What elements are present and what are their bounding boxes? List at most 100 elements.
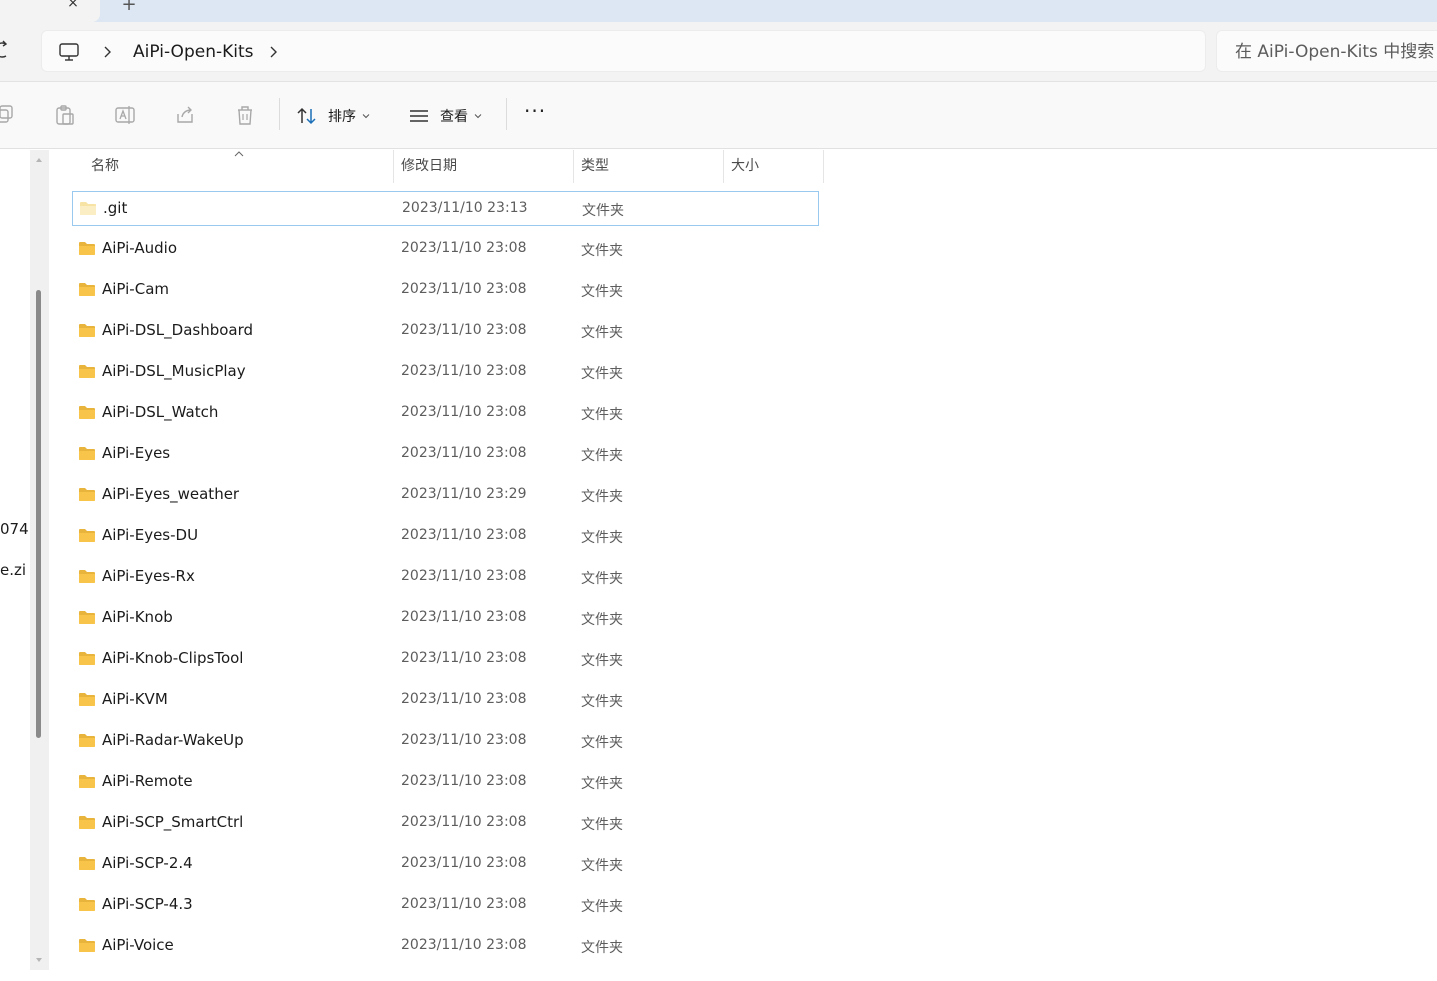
file-name[interactable]: AiPi-Eyes-DU — [102, 526, 198, 544]
file-name[interactable]: AiPi-Eyes_weather — [102, 485, 239, 503]
file-name[interactable]: AiPi-DSL_Dashboard — [102, 321, 253, 339]
breadcrumb-current-folder[interactable]: AiPi-Open-Kits — [133, 41, 254, 63]
address-bar-row: AiPi-Open-Kits 在 AiPi-Open-Kits 中搜索 — [0, 22, 1437, 82]
active-tab[interactable]: × — [0, 0, 100, 22]
sort-icon — [297, 107, 316, 125]
sort-button[interactable]: 排序 — [296, 102, 370, 130]
this-pc-icon[interactable] — [58, 41, 80, 63]
file-row[interactable]: AiPi-Remote 2023/11/10 23:08 文件夹 — [72, 765, 819, 800]
file-modified-date: 2023/11/10 23:08 — [401, 937, 527, 953]
file-modified-date: 2023/11/10 23:08 — [401, 855, 527, 871]
file-name[interactable]: AiPi-SCP-2.4 — [102, 854, 193, 872]
file-row[interactable]: AiPi-Cam 2023/11/10 23:08 文件夹 — [72, 273, 819, 308]
folder-icon — [79, 734, 95, 747]
file-name[interactable]: AiPi-SCP-4.3 — [102, 895, 193, 913]
copy-icon[interactable] — [0, 104, 16, 126]
view-button[interactable]: 查看 — [408, 102, 482, 130]
chevron-down-icon — [362, 114, 370, 119]
file-row[interactable]: AiPi-Eyes-DU 2023/11/10 23:08 文件夹 — [72, 519, 819, 554]
file-name[interactable]: AiPi-Voice — [102, 936, 174, 954]
file-modified-date: 2023/11/10 23:13 — [402, 200, 528, 216]
folder-icon — [79, 406, 95, 419]
file-name[interactable]: AiPi-DSL_Watch — [102, 403, 218, 421]
file-modified-date: 2023/11/10 23:08 — [401, 404, 527, 420]
file-name[interactable]: AiPi-Eyes-Rx — [102, 567, 195, 585]
file-modified-date: 2023/11/10 23:08 — [401, 814, 527, 830]
file-name[interactable]: AiPi-Eyes — [102, 444, 170, 462]
chevron-right-icon[interactable] — [100, 45, 114, 59]
folder-icon — [79, 488, 95, 501]
column-header-modified[interactable]: 修改日期 — [393, 150, 573, 183]
sort-ascending-icon — [234, 151, 244, 157]
file-row[interactable]: AiPi-SCP-4.3 2023/11/10 23:08 文件夹 — [72, 888, 819, 923]
toolbar-divider — [279, 98, 280, 130]
file-type: 文件夹 — [581, 817, 623, 833]
file-modified-date: 2023/11/10 23:08 — [401, 527, 527, 543]
file-name[interactable]: AiPi-Knob-ClipsTool — [102, 649, 243, 667]
file-row[interactable]: AiPi-Radar-WakeUp 2023/11/10 23:08 文件夹 — [72, 724, 819, 759]
delete-icon[interactable] — [234, 104, 256, 126]
file-row[interactable]: AiPi-SCP_SmartCtrl 2023/11/10 23:08 文件夹 — [72, 806, 819, 841]
column-size-label: 大小 — [731, 158, 759, 174]
refresh-icon[interactable] — [0, 38, 14, 62]
file-name[interactable]: AiPi-Cam — [102, 280, 169, 298]
file-modified-date: 2023/11/10 23:08 — [401, 445, 527, 461]
file-row[interactable]: AiPi-Audio 2023/11/10 23:08 文件夹 — [72, 232, 819, 267]
column-header-type[interactable]: 类型 — [573, 150, 723, 183]
file-row[interactable]: AiPi-Eyes-Rx 2023/11/10 23:08 文件夹 — [72, 560, 819, 595]
scrollbar-thumb[interactable] — [36, 290, 41, 738]
toolbar-divider — [506, 98, 507, 130]
file-row[interactable]: AiPi-Eyes 2023/11/10 23:08 文件夹 — [72, 437, 819, 472]
file-row[interactable]: .git 2023/11/10 23:13 文件夹 — [72, 191, 819, 226]
view-label: 查看 — [440, 109, 468, 125]
folder-icon — [79, 857, 95, 870]
folder-icon — [79, 283, 95, 296]
file-row[interactable]: AiPi-Knob 2023/11/10 23:08 文件夹 — [72, 601, 819, 636]
rename-icon[interactable] — [114, 104, 136, 126]
file-name[interactable]: AiPi-Knob — [102, 608, 173, 626]
folder-icon — [79, 324, 95, 337]
new-tab-icon[interactable]: + — [119, 0, 139, 15]
search-placeholder: 在 AiPi-Open-Kits 中搜索 — [1235, 42, 1435, 62]
file-name[interactable]: AiPi-Remote — [102, 772, 193, 790]
file-name[interactable]: AiPi-SCP_SmartCtrl — [102, 813, 243, 831]
file-type: 文件夹 — [581, 940, 623, 956]
file-name[interactable]: .git — [103, 199, 127, 217]
more-options-icon[interactable]: ··· — [524, 101, 552, 126]
folder-icon — [79, 529, 95, 542]
file-type: 文件夹 — [581, 284, 623, 300]
file-modified-date: 2023/11/10 23:08 — [401, 732, 527, 748]
file-row[interactable]: AiPi-Knob-ClipsTool 2023/11/10 23:08 文件夹 — [72, 642, 819, 677]
paste-icon[interactable] — [54, 104, 76, 126]
file-row[interactable]: AiPi-DSL_MusicPlay 2023/11/10 23:08 文件夹 — [72, 355, 819, 390]
nav-item[interactable]: 074 — [0, 520, 29, 538]
chevron-right-icon[interactable] — [266, 45, 280, 59]
folder-icon — [79, 652, 95, 665]
file-type: 文件夹 — [581, 530, 623, 546]
share-icon[interactable] — [174, 104, 196, 126]
column-divider[interactable] — [823, 150, 824, 183]
folder-icon — [79, 242, 95, 255]
file-row[interactable]: AiPi-Voice 2023/11/10 23:08 文件夹 — [72, 929, 819, 964]
scroll-down-icon[interactable] — [35, 956, 43, 964]
file-row[interactable]: AiPi-SCP-2.4 2023/11/10 23:08 文件夹 — [72, 847, 819, 882]
file-row[interactable]: AiPi-Eyes_weather 2023/11/10 23:29 文件夹 — [72, 478, 819, 513]
file-type: 文件夹 — [582, 203, 624, 219]
navigation-scrollbar[interactable] — [30, 150, 49, 970]
file-name[interactable]: AiPi-Audio — [102, 239, 177, 257]
scroll-up-icon[interactable] — [35, 156, 43, 164]
search-box[interactable]: 在 AiPi-Open-Kits 中搜索 — [1216, 30, 1437, 72]
file-row[interactable]: AiPi-DSL_Dashboard 2023/11/10 23:08 文件夹 — [72, 314, 819, 349]
file-name[interactable]: AiPi-DSL_MusicPlay — [102, 362, 246, 380]
nav-item[interactable]: e.zi — [0, 561, 26, 579]
file-modified-date: 2023/11/10 23:08 — [401, 322, 527, 338]
column-header-size[interactable]: 大小 — [723, 150, 823, 183]
sort-label: 排序 — [328, 109, 356, 125]
file-name[interactable]: AiPi-Radar-WakeUp — [102, 731, 244, 749]
file-row[interactable]: AiPi-KVM 2023/11/10 23:08 文件夹 — [72, 683, 819, 718]
file-row[interactable]: AiPi-DSL_Watch 2023/11/10 23:08 文件夹 — [72, 396, 819, 431]
close-tab-icon[interactable]: × — [64, 0, 82, 12]
file-modified-date: 2023/11/10 23:08 — [401, 773, 527, 789]
address-bar[interactable]: AiPi-Open-Kits — [41, 30, 1206, 72]
file-name[interactable]: AiPi-KVM — [102, 690, 168, 708]
